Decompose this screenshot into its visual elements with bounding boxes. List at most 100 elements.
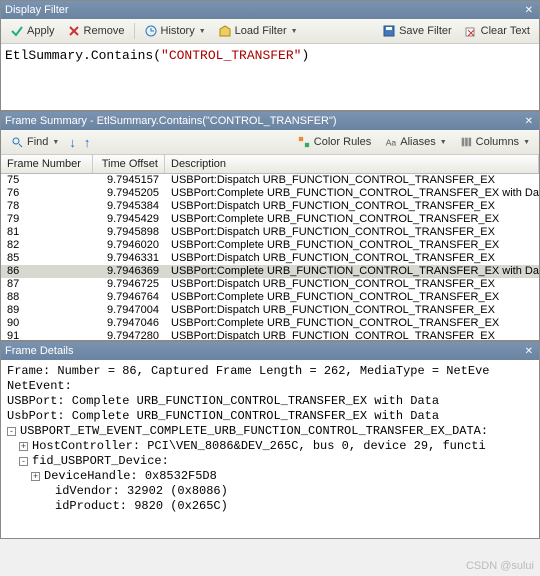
svg-text:Aa: Aa <box>386 137 396 147</box>
tree-frame[interactable]: Frame: Number = 86, Captured Frame Lengt… <box>7 364 533 379</box>
frame-details-tree[interactable]: Frame: Number = 86, Captured Frame Lengt… <box>1 360 539 538</box>
history-button[interactable]: History ▼ <box>139 21 211 41</box>
cell-time-offset: 9.7945205 <box>93 187 165 200</box>
cell-description: USBPort:Dispatch URB_FUNCTION_CONTROL_TR… <box>165 174 539 187</box>
close-icon[interactable]: ✕ <box>523 5 535 16</box>
watermark: CSDN @sului <box>466 560 534 572</box>
table-row[interactable]: 899.7947004USBPort:Dispatch URB_FUNCTION… <box>1 304 539 317</box>
cell-description: USBPort:Complete URB_FUNCTION_CONTROL_TR… <box>165 187 539 200</box>
cell-time-offset: 9.7947046 <box>93 317 165 330</box>
table-row[interactable]: 829.7946020USBPort:Complete URB_FUNCTION… <box>1 239 539 252</box>
cell-description: USBPort:Complete URB_FUNCTION_CONTROL_TR… <box>165 291 539 304</box>
color-rules-icon <box>297 135 311 149</box>
tree-idvendor[interactable]: idVendor: 32902 (0x8086) <box>7 484 533 499</box>
load-icon <box>218 24 232 38</box>
columns-button[interactable]: Columns ▼ <box>454 132 535 152</box>
cell-time-offset: 9.7946764 <box>93 291 165 304</box>
cell-frame-number: 81 <box>1 226 93 239</box>
save-filter-button[interactable]: Save Filter <box>377 21 457 41</box>
cell-description: USBPort:Dispatch URB_FUNCTION_CONTROL_TR… <box>165 200 539 213</box>
cell-frame-number: 79 <box>1 213 93 226</box>
find-button[interactable]: Find ▼ <box>5 132 64 152</box>
display-filter-panel: Display Filter ✕ Apply Remove History ▼ … <box>0 0 540 111</box>
cell-frame-number: 85 <box>1 252 93 265</box>
table-row[interactable]: 919.7947280USBPort:Dispatch URB_FUNCTION… <box>1 330 539 340</box>
display-filter-header: Display Filter ✕ <box>1 1 539 19</box>
load-filter-button[interactable]: Load Filter ▼ <box>213 21 303 41</box>
history-icon <box>144 24 158 38</box>
frame-summary-panel: Frame Summary - EtlSummary.Contains("CON… <box>0 111 540 341</box>
tree-fid-device[interactable]: -fid_USBPORT_Device: <box>7 454 533 469</box>
tree-etw[interactable]: -USBPORT_ETW_EVENT_COMPLETE_URB_FUNCTION… <box>7 424 533 439</box>
table-row[interactable]: 889.7946764USBPort:Complete URB_FUNCTION… <box>1 291 539 304</box>
frame-summary-title: Frame Summary - EtlSummary.Contains("CON… <box>5 115 337 127</box>
table-row[interactable]: 789.7945384USBPort:Dispatch URB_FUNCTION… <box>1 200 539 213</box>
cell-frame-number: 86 <box>1 265 93 278</box>
display-filter-toolbar: Apply Remove History ▼ Load Filter ▼ Sav… <box>1 19 539 44</box>
tree-usbport1[interactable]: USBPort: Complete URB_FUNCTION_CONTROL_T… <box>7 394 533 409</box>
cell-frame-number: 82 <box>1 239 93 252</box>
apply-button[interactable]: Apply <box>5 21 60 41</box>
cell-description: USBPort:Dispatch URB_FUNCTION_CONTROL_TR… <box>165 252 539 265</box>
chevron-down-icon: ▼ <box>440 139 447 146</box>
tree-hostcontroller[interactable]: +HostController: PCI\VEN_8086&DEV_265C, … <box>7 439 533 454</box>
frame-summary-header: Frame Summary - EtlSummary.Contains("CON… <box>1 112 539 130</box>
remove-button[interactable]: Remove <box>62 21 130 41</box>
table-row[interactable]: 769.7945205USBPort:Complete URB_FUNCTION… <box>1 187 539 200</box>
expand-icon[interactable]: + <box>31 472 40 481</box>
aliases-button[interactable]: Aa Aliases ▼ <box>378 132 451 152</box>
chevron-down-icon: ▼ <box>291 28 298 35</box>
cell-description: USBPort:Complete URB_FUNCTION_CONTROL_TR… <box>165 239 539 252</box>
frame-grid[interactable]: 759.7945157USBPort:Dispatch URB_FUNCTION… <box>1 174 539 340</box>
chevron-down-icon: ▼ <box>523 139 530 146</box>
chevron-down-icon: ▼ <box>199 28 206 35</box>
cell-time-offset: 9.7947004 <box>93 304 165 317</box>
cell-time-offset: 9.7945429 <box>93 213 165 226</box>
cell-frame-number: 88 <box>1 291 93 304</box>
col-time-offset[interactable]: Time Offset <box>93 155 165 173</box>
color-rules-button[interactable]: Color Rules <box>292 132 376 152</box>
cell-description: USBPort:Complete URB_FUNCTION_CONTROL_TR… <box>165 317 539 330</box>
find-down-button[interactable]: ↓ <box>66 135 79 150</box>
table-row[interactable]: 819.7945898USBPort:Dispatch URB_FUNCTION… <box>1 226 539 239</box>
close-icon[interactable]: ✕ <box>523 116 535 127</box>
cell-description: USBPort:Dispatch URB_FUNCTION_CONTROL_TR… <box>165 304 539 317</box>
tree-idproduct[interactable]: idProduct: 9820 (0x265C) <box>7 499 533 514</box>
cell-time-offset: 9.7946020 <box>93 239 165 252</box>
filter-expression-input[interactable]: EtlSummary.Contains("CONTROL_TRANSFER") <box>1 44 539 110</box>
cell-time-offset: 9.7945157 <box>93 174 165 187</box>
frame-details-title: Frame Details <box>5 345 73 357</box>
close-icon[interactable]: ✕ <box>523 346 535 357</box>
expand-icon[interactable]: + <box>19 442 28 451</box>
cell-description: USBPort:Dispatch URB_FUNCTION_CONTROL_TR… <box>165 330 539 340</box>
clear-text-button[interactable]: Clear Text <box>459 21 535 41</box>
cell-frame-number: 76 <box>1 187 93 200</box>
cell-time-offset: 9.7947280 <box>93 330 165 340</box>
cell-frame-number: 90 <box>1 317 93 330</box>
table-row[interactable]: 799.7945429USBPort:Complete URB_FUNCTION… <box>1 213 539 226</box>
tree-usbport2[interactable]: UsbPort: Complete URB_FUNCTION_CONTROL_T… <box>7 409 533 424</box>
tree-devicehandle[interactable]: +DeviceHandle: 0x8532F5D8 <box>7 469 533 484</box>
cell-time-offset: 9.7946725 <box>93 278 165 291</box>
chevron-down-icon: ▼ <box>52 139 59 146</box>
remove-icon <box>67 24 81 38</box>
table-row[interactable]: 869.7946369USBPort:Complete URB_FUNCTION… <box>1 265 539 278</box>
table-row[interactable]: 759.7945157USBPort:Dispatch URB_FUNCTION… <box>1 174 539 187</box>
tree-netevent[interactable]: NetEvent: <box>7 379 533 394</box>
cell-time-offset: 9.7946369 <box>93 265 165 278</box>
frame-details-header: Frame Details ✕ <box>1 342 539 360</box>
find-up-button[interactable]: ↑ <box>81 135 94 150</box>
cell-time-offset: 9.7946331 <box>93 252 165 265</box>
table-row[interactable]: 859.7946331USBPort:Dispatch URB_FUNCTION… <box>1 252 539 265</box>
apply-icon <box>10 24 24 38</box>
col-frame-number[interactable]: Frame Number <box>1 155 93 173</box>
frame-summary-toolbar: Find ▼ ↓ ↑ Color Rules Aa Aliases ▼ Colu… <box>1 130 539 155</box>
cell-frame-number: 78 <box>1 200 93 213</box>
table-row[interactable]: 879.7946725USBPort:Dispatch URB_FUNCTION… <box>1 278 539 291</box>
table-row[interactable]: 909.7947046USBPort:Complete URB_FUNCTION… <box>1 317 539 330</box>
cell-description: USBPort:Complete URB_FUNCTION_CONTROL_TR… <box>165 213 539 226</box>
cell-frame-number: 89 <box>1 304 93 317</box>
collapse-icon[interactable]: - <box>19 457 28 466</box>
collapse-icon[interactable]: - <box>7 427 16 436</box>
col-description[interactable]: Description <box>165 155 539 173</box>
